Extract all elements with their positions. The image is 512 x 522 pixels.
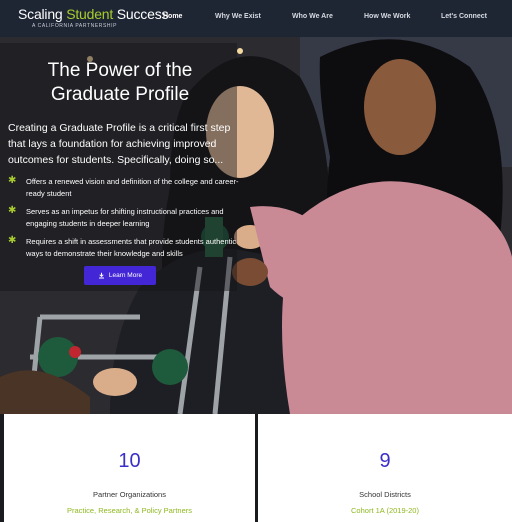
nav-link-why-we-exist[interactable]: Why We Exist bbox=[215, 13, 261, 20]
hero-section: The Power of the Graduate Profile Creati… bbox=[0, 37, 512, 414]
star-icon: ✱ bbox=[8, 175, 17, 186]
stat-card-partners: 10 Partner Organizations Practice, Resea… bbox=[4, 414, 255, 522]
nav-link-lets-connect[interactable]: Let's Connect bbox=[441, 13, 487, 20]
stat-sublink[interactable]: Cohort 1A (2019-20) bbox=[258, 506, 512, 515]
nav-link-how-we-work[interactable]: How We Work bbox=[364, 13, 410, 20]
star-icon: ✱ bbox=[8, 235, 17, 246]
logo-wordmark: Scaling Student Success bbox=[18, 6, 169, 22]
stats-section: 10 Partner Organizations Practice, Resea… bbox=[0, 414, 512, 522]
hero-intro-text: Creating a Graduate Profile is a critica… bbox=[8, 122, 231, 166]
stat-card-districts: 9 School Districts Cohort 1A (2019-20) bbox=[258, 414, 512, 522]
learn-more-button[interactable]: Learn More bbox=[84, 266, 156, 285]
logo-tagline: A CALIFORNIA PARTNERSHIP bbox=[32, 23, 118, 29]
stat-number: 10 bbox=[118, 450, 141, 472]
site-logo[interactable]: Scaling Student Success A CALIFORNIA PAR… bbox=[18, 6, 169, 32]
stat-label: Partner Organizations bbox=[93, 490, 166, 499]
nav-link-who-we-are[interactable]: Who We Are bbox=[292, 13, 333, 20]
nav-link-home[interactable]: Home bbox=[163, 13, 182, 20]
hero-title: The Power of the Graduate Profile bbox=[47, 60, 193, 105]
stat-sublink[interactable]: Practice, Research, & Policy Partners bbox=[4, 506, 255, 515]
stat-number: 9 bbox=[379, 450, 391, 472]
download-icon bbox=[98, 272, 104, 279]
stat-label: School Districts bbox=[359, 490, 411, 499]
star-icon: ✱ bbox=[8, 205, 17, 216]
top-navigation: Scaling Student Success A CALIFORNIA PAR… bbox=[0, 0, 512, 37]
